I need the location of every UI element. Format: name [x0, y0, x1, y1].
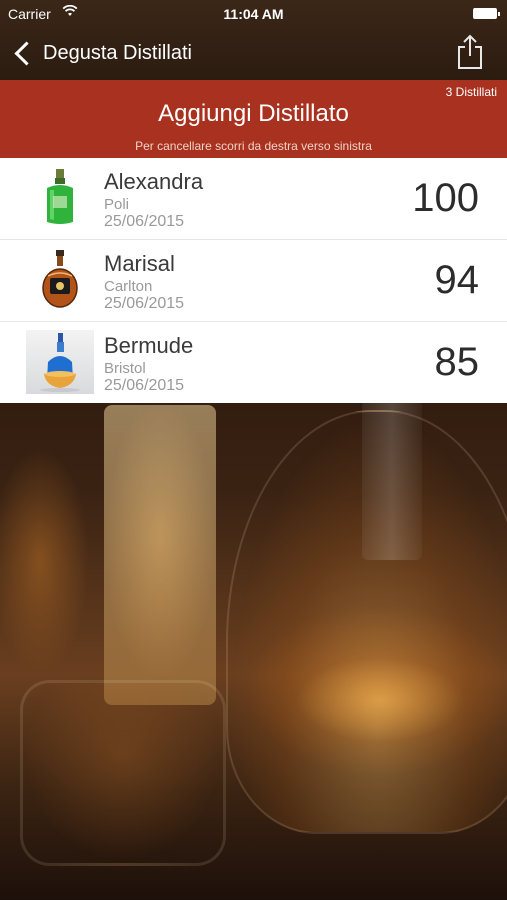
back-button[interactable]: Degusta Distillati [12, 36, 192, 70]
item-producer: Bristol [104, 360, 146, 377]
item-date: 25/06/2015 [104, 295, 185, 312]
back-label: Degusta Distillati [43, 41, 192, 64]
swipe-hint: Per cancellare scorri da destra verso si… [135, 139, 372, 153]
blue-bottle-icon [26, 330, 94, 394]
item-date: 25/06/2015 [104, 213, 185, 230]
item-name: Alexandra [104, 169, 204, 194]
distillate-count: 3 Distillati [445, 85, 497, 99]
item-score: 94 [434, 258, 480, 302]
distillate-list: Alexandra Poli 25/06/2015 100 Marisal Ca… [0, 158, 507, 403]
green-bottle-icon [26, 166, 94, 230]
cognac-bottle-icon [26, 248, 94, 312]
item-producer: Carlton [104, 278, 153, 295]
item-score: 85 [434, 340, 480, 384]
chevron-left-icon [14, 40, 39, 66]
list-item[interactable]: Alexandra Poli 25/06/2015 100 [0, 158, 507, 240]
item-date: 25/06/2015 [104, 377, 185, 394]
item-name: Bermude [104, 333, 194, 358]
battery-icon [473, 8, 500, 19]
navigation-bar: Degusta Distillati [0, 28, 507, 80]
share-icon [458, 34, 482, 69]
share-button[interactable] [455, 32, 485, 72]
background-glass [20, 680, 226, 866]
status-bar: Carrier 11:04 AM [0, 0, 507, 28]
list-item[interactable]: Bermude Bristol 25/06/2015 85 [0, 322, 507, 403]
background-bottle-label [104, 405, 216, 705]
item-score: 100 [412, 176, 479, 220]
item-name: Marisal [104, 251, 175, 276]
item-producer: Poli [104, 196, 130, 213]
list-item[interactable]: Marisal Carlton 25/06/2015 94 [0, 240, 507, 322]
clock: 11:04 AM [223, 6, 284, 22]
add-distillate-title[interactable]: Aggiungi Distillato [0, 100, 507, 128]
background-decanter-neck [362, 400, 422, 560]
add-distillate-banner[interactable]: 3 Distillati Aggiungi Distillato Per can… [0, 80, 507, 158]
